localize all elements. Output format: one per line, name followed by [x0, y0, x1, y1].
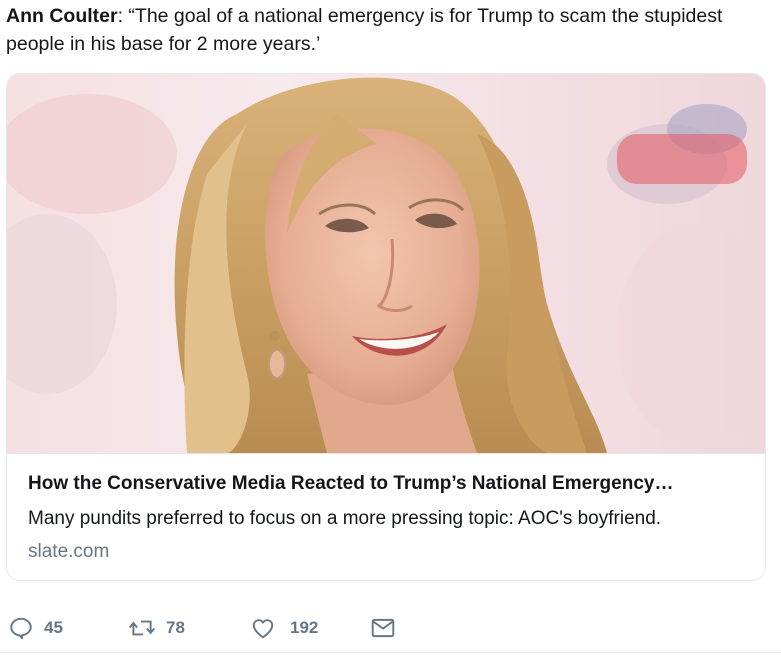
card-description: Many pundits preferred to focus on a mor… [28, 508, 662, 529]
card-photo [7, 74, 765, 453]
link-preview-card[interactable]: How the Conservative Media Reacted to Tr… [6, 73, 766, 581]
tweet-actions: 45 78 192 [0, 610, 781, 646]
retweet-count: 78 [166, 618, 185, 637]
reply-count: 45 [44, 618, 63, 637]
like-button[interactable]: 192 [250, 610, 318, 646]
reply-icon [8, 615, 34, 641]
retweet-button[interactable]: 78 [128, 610, 185, 646]
card-domain: slate.com [28, 541, 110, 562]
card-title[interactable]: How the Conservative Media Reacted to Tr… [28, 472, 748, 496]
card-body[interactable]: How the Conservative Media Reacted to Tr… [7, 453, 765, 580]
direct-message-button[interactable] [370, 610, 396, 646]
heart-icon [250, 615, 276, 641]
card-image[interactable] [7, 74, 765, 453]
tweet-text: Ann Coulter: “The goal of a national eme… [6, 2, 771, 58]
envelope-icon [370, 615, 396, 641]
tweet-author[interactable]: Ann Coulter [6, 5, 118, 27]
divider [0, 652, 781, 653]
reply-button[interactable]: 45 [8, 610, 63, 646]
like-count: 192 [290, 618, 319, 637]
retweet-icon [128, 615, 156, 641]
